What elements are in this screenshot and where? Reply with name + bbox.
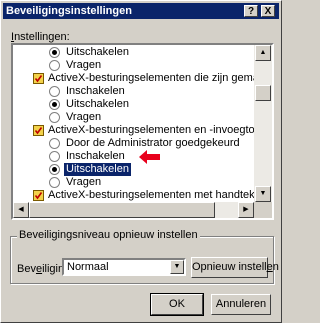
cancel-button[interactable]: Annuleren [211, 294, 271, 315]
activex-settings-icon [33, 125, 44, 136]
settings-label: Instellingen: [11, 31, 70, 43]
settings-option-label: Vragen [66, 111, 102, 123]
radio-checked-icon[interactable] [49, 164, 60, 175]
settings-tree-rows: Uitschakelen Vragen ActiveX-besturingselem… [13, 45, 254, 202]
radio-unchecked-icon[interactable] [49, 151, 60, 162]
activex-settings-icon [33, 190, 44, 201]
settings-option-label: Vragen [66, 176, 102, 188]
radio-checked-icon[interactable] [49, 47, 60, 58]
radio-unchecked-icon[interactable] [49, 177, 60, 188]
scroll-left-button[interactable]: ◀ [13, 202, 29, 218]
settings-category-label: ActiveX-besturingselementen die zijn gem… [48, 72, 254, 84]
radio-unchecked-icon[interactable] [49, 86, 60, 97]
close-button[interactable]: X [261, 5, 275, 17]
scroll-down-button[interactable]: ▼ [255, 186, 271, 202]
settings-tree[interactable]: Uitschakelen Vragen ActiveX-besturingselem… [11, 43, 274, 220]
settings-category-label: ActiveX-besturingselementen met handteke… [48, 189, 254, 201]
ok-button[interactable]: OK [150, 293, 204, 316]
settings-option-label: Uitschakelen [66, 46, 129, 58]
scroll-up-button[interactable]: ▲ [255, 45, 271, 61]
radio-unchecked-icon[interactable] [49, 112, 60, 123]
help-button[interactable]: ? [244, 5, 258, 17]
security-settings-dialog: Beveiligingsinstellingen ? X Instellinge… [0, 0, 282, 323]
settings-category-label: ActiveX-besturingselementen en -invoegto… [48, 124, 254, 136]
radio-checked-icon[interactable] [49, 99, 60, 110]
title-bar[interactable]: Beveiligingsinstellingen ? X [3, 3, 279, 19]
settings-option-label: Vragen [66, 59, 102, 71]
security-level-select[interactable]: Normaal ▼ [62, 258, 186, 276]
horizontal-scrollbar[interactable]: ◀ ▶ [13, 202, 254, 218]
vertical-scroll-thumb[interactable] [255, 85, 271, 101]
reset-level-legend: Beveiligingsniveau opnieuw instellen [17, 229, 200, 241]
scroll-right-button[interactable]: ▶ [238, 202, 254, 218]
radio-unchecked-icon[interactable] [49, 138, 60, 149]
vertical-scrollbar[interactable]: ▲ ▼ [254, 45, 272, 202]
settings-option-label: Door de Administrator goedgekeurd [66, 137, 240, 149]
settings-option-label: Inschakelen [66, 85, 125, 97]
settings-option-label: Uitschakelen [63, 162, 132, 177]
horizontal-scroll-thumb[interactable] [29, 202, 215, 218]
settings-option-label: Inschakelen [66, 150, 125, 162]
activex-settings-icon [33, 73, 44, 84]
dialog-title: Beveiligingsinstellingen [6, 5, 132, 17]
security-level-value: Normaal [67, 261, 109, 273]
scrollbar-corner [254, 202, 272, 218]
red-arrow-annotation-icon [139, 150, 160, 164]
chevron-down-icon[interactable]: ▼ [170, 260, 184, 274]
reset-button[interactable]: Opnieuw instellen [191, 257, 279, 278]
radio-unchecked-icon[interactable] [49, 60, 60, 71]
settings-option-label: Uitschakelen [66, 98, 129, 110]
